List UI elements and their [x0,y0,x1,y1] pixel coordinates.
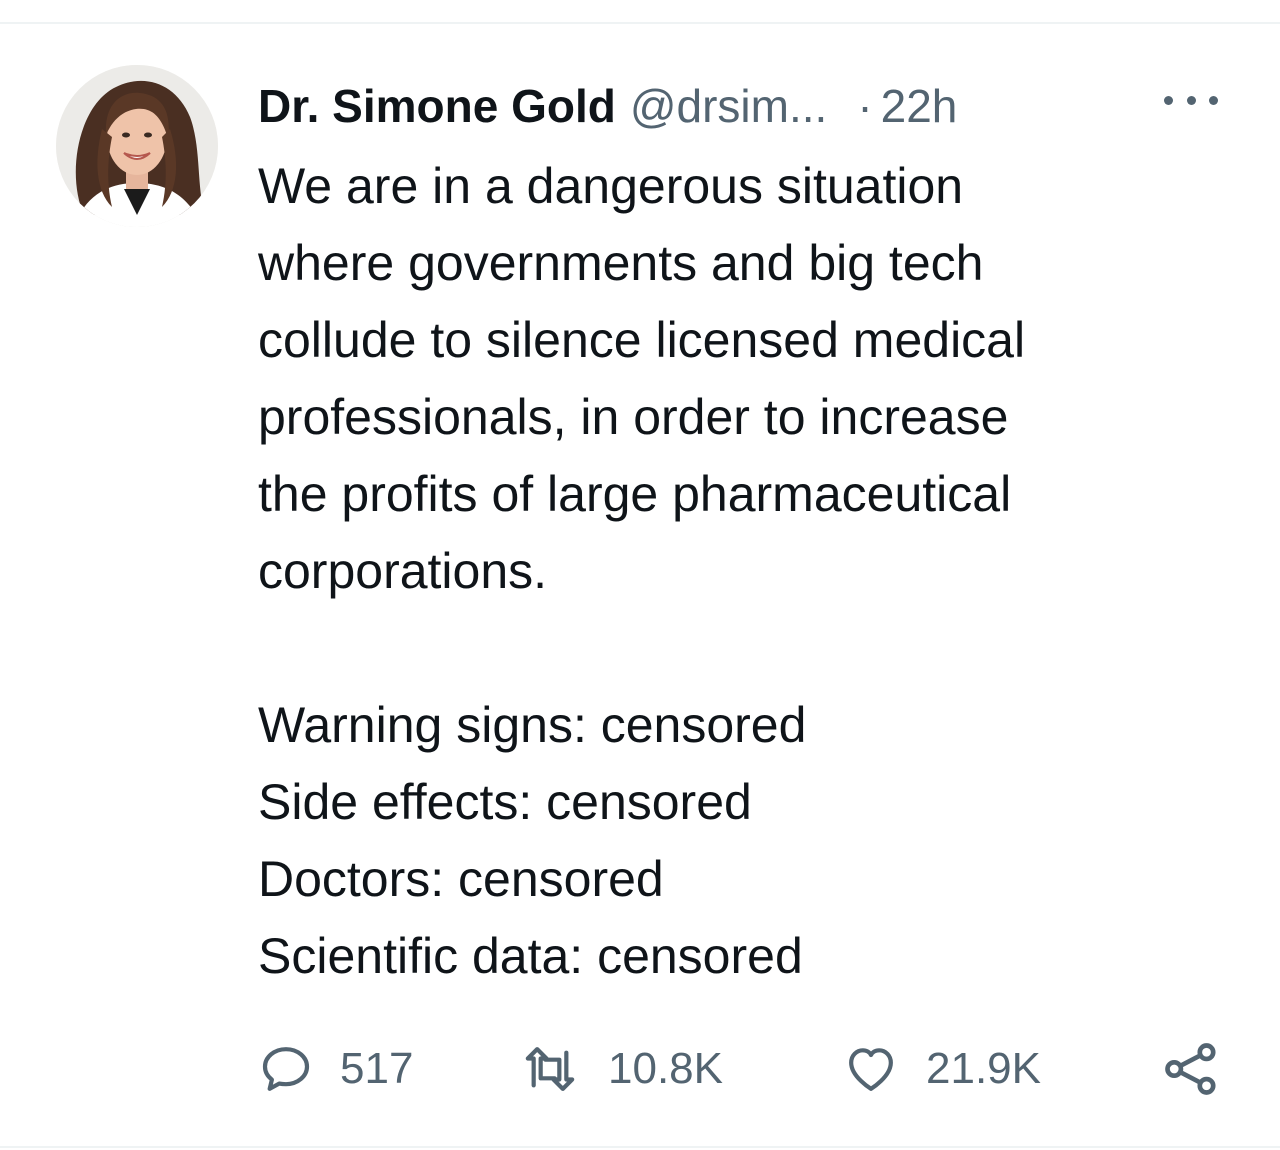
avatar[interactable] [56,65,218,227]
reply-icon [262,1047,310,1091]
tweet-text: We are in a dangerous situation where go… [258,148,1218,995]
tweet-line: corporations. [258,543,548,599]
reply-count: 517 [340,1044,414,1093]
more-horizontal-icon [1164,95,1173,105]
retweet-count: 10.8K [608,1044,723,1093]
share-button[interactable] [1160,1034,1222,1104]
tweet-line: Scientific data: censored [258,928,803,984]
tweet-header: Dr. Simone Gold @drsim... · 22h [258,74,957,138]
tweet-line: We are in a dangerous situation [258,158,964,214]
tweet-line: Side effects: censored [258,774,752,830]
like-count: 21.9K [926,1044,1041,1093]
more-options-button[interactable] [1164,82,1218,118]
tweet-line: Doctors: censored [258,851,664,907]
tweet-line: the profits of large pharmaceutical [258,466,1012,522]
retweet-button[interactable]: 10.8K [518,1034,723,1104]
tweet-actions: 517 10.8K 21.9K [0,1034,1280,1104]
tweet-line: professionals, in order to increase [258,389,1009,445]
timestamp[interactable]: 22h [881,79,958,133]
reply-button[interactable]: 517 [258,1034,413,1104]
heart-icon [849,1048,893,1091]
bottom-divider [0,1146,1280,1148]
tweet-line: where governments and big tech [258,235,984,291]
share-icon [1165,1043,1216,1095]
tweet-line: collude to silence licensed medical [258,312,1026,368]
avatar-image [56,65,218,227]
more-horizontal-icon [1209,95,1218,105]
separator-dot: · [857,80,873,132]
display-name[interactable]: Dr. Simone Gold [258,79,616,133]
like-button[interactable]: 21.9K [842,1034,1041,1104]
tweet-card[interactable]: Dr. Simone Gold @drsim... · 22h We are i… [0,24,1280,1146]
retweet-icon [525,1047,575,1091]
user-handle[interactable]: @drsim... [630,79,827,133]
more-horizontal-icon [1186,95,1196,105]
tweet-line: Warning signs: censored [258,697,807,753]
